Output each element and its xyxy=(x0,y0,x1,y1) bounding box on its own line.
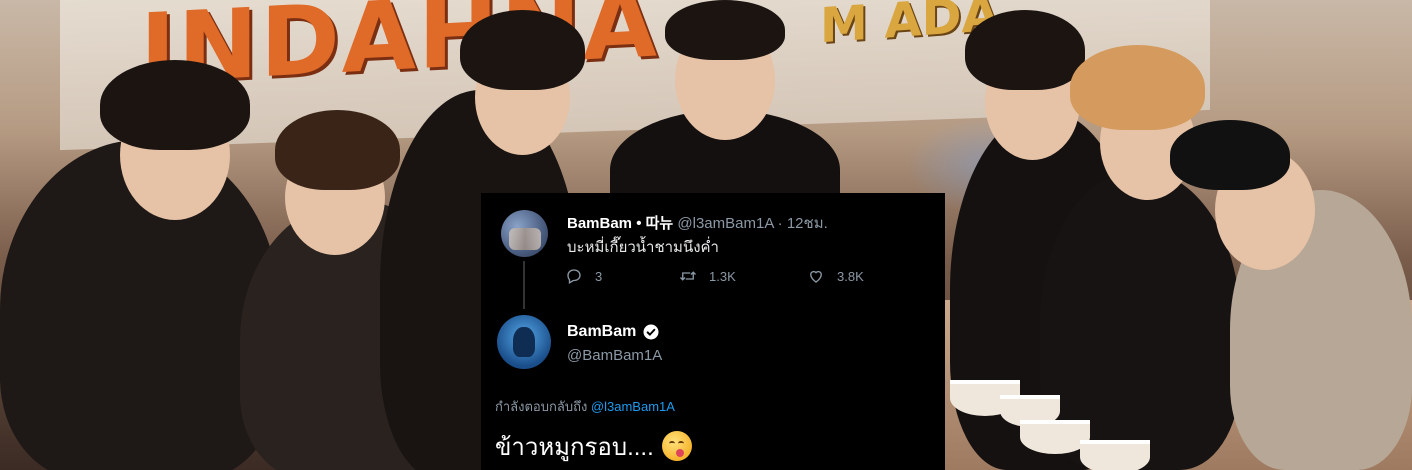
reply-tweet-text: ข้าวหมูกรอบ.... xyxy=(495,434,654,461)
tweet-actions: 3 1.3K 3.8K xyxy=(565,267,925,289)
retweet-action[interactable]: 1.3K xyxy=(679,267,736,285)
replying-to-label: กำลังตอบกลับถึง xyxy=(495,399,588,414)
like-count: 3.8K xyxy=(837,268,864,284)
reply-name-row: BamBam xyxy=(567,323,660,341)
reply-count: 3 xyxy=(595,268,603,284)
person-hair xyxy=(460,10,585,90)
reply-icon xyxy=(567,269,581,284)
replying-to-line: กำลังตอบกลับถึง @l3amBam1A xyxy=(495,396,675,417)
quoted-timestamp[interactable]: 12ชม. xyxy=(787,215,828,232)
replying-to-mention[interactable]: @l3amBam1A xyxy=(591,399,675,414)
person-hair xyxy=(665,0,785,60)
verified-badge-icon xyxy=(642,323,660,341)
quoted-display-name[interactable]: BamBam • 따뉴 xyxy=(567,215,673,232)
reply-action[interactable]: 3 xyxy=(565,267,602,285)
quoted-tweet-header: BamBam • 따뉴 @l3amBam1A · 12ชม. xyxy=(567,211,828,235)
reply-display-name[interactable]: BamBam xyxy=(567,323,636,341)
retweet-icon xyxy=(680,271,696,281)
quoted-avatar[interactable] xyxy=(501,210,548,257)
person-hair xyxy=(965,10,1085,90)
quoted-tweet-text: บะหมี่เกี๊ยวน้ำชามนึงค่ำ xyxy=(567,239,719,256)
person-cap xyxy=(1170,120,1290,190)
retweet-count: 1.3K xyxy=(709,268,736,284)
person-hair xyxy=(1070,45,1205,130)
tweet-screenshot: BamBam • 따뉴 @l3amBam1A · 12ชม. บะหมี่เกี… xyxy=(481,193,945,470)
reply-tweet-text-line: ข้าวหมูกรอบ.... xyxy=(495,427,693,466)
like-action[interactable]: 3.8K xyxy=(807,267,864,285)
separator: · xyxy=(777,215,783,232)
person-hair xyxy=(275,110,400,190)
like-icon xyxy=(810,270,822,283)
reply-handle[interactable]: @BamBam1A xyxy=(567,347,662,364)
person-hair xyxy=(100,60,250,150)
bowl xyxy=(1080,440,1150,470)
quoted-handle[interactable]: @l3amBam1A xyxy=(677,215,773,232)
face-savoring-food-emoji xyxy=(662,431,693,461)
reply-avatar[interactable] xyxy=(497,315,551,369)
thread-line xyxy=(523,261,525,309)
